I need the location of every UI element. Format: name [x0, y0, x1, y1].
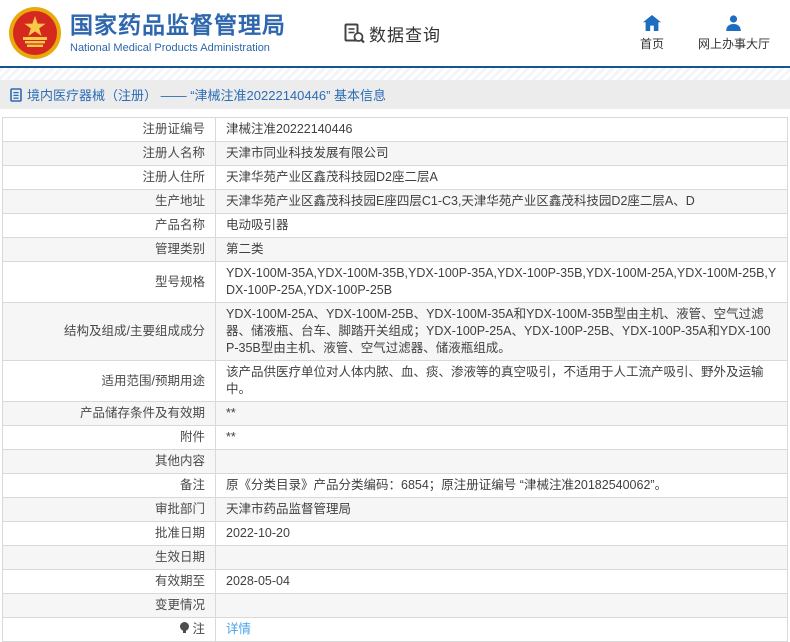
row-value [215, 449, 788, 474]
table-row: 注册人名称 天津市同业科技发展有限公司 [2, 141, 788, 166]
info-table-body: 注册证编号 津械注准20222140446 注册人名称 天津市同业科技发展有限公司 注册… [2, 117, 788, 642]
row-label: 变更情况 [2, 593, 216, 618]
row-value: 津械注准20222140446 [215, 117, 788, 142]
row-label: 注册人住所 [2, 165, 216, 190]
document-icon [10, 87, 22, 102]
note-icon [180, 622, 190, 634]
page-title: 境内医疗器械（注册） —— “津械注准20222140446” 基本信息 [27, 88, 387, 103]
row-value: 该产品供医疗单位对人体内脓、血、痰、渗液等的真空吸引，不适用于人工流产吸引、野外… [215, 360, 788, 402]
table-row: 适用范围/预期用途 该产品供医疗单位对人体内脓、血、痰、渗液等的真空吸引，不适用于… [2, 360, 788, 402]
table-row: 注详情 [2, 617, 788, 642]
nav-home[interactable]: 首页 [639, 14, 664, 52]
row-label: 备注 [2, 473, 216, 498]
row-label: 注册人名称 [2, 141, 216, 166]
table-row: 管理类别 第二类 [2, 237, 788, 262]
table-row: 注册证编号 津械注准20222140446 [2, 117, 788, 142]
detail-link[interactable]: 详情 [226, 622, 251, 636]
table-row: 产品名称 电动吸引器 [2, 213, 788, 238]
row-value: 天津市药品监督管理局 [215, 497, 788, 522]
row-value: 天津华苑产业区鑫茂科技园D2座二层A [215, 165, 788, 190]
national-emblem-logo [9, 7, 61, 59]
header-nav: 首页 网上办事大厅 [639, 14, 776, 52]
row-label: 结构及组成/主要组成成分 [2, 302, 216, 361]
row-label: 生效日期 [2, 545, 216, 570]
decorative-strip [0, 68, 790, 80]
breadcrumb-bar: 境内医疗器械（注册） —— “津械注准20222140446” 基本信息 [0, 80, 790, 109]
row-value: ** [215, 401, 788, 426]
table-row: 生产地址 天津华苑产业区鑫茂科技园E座四层C1-C3,天津华苑产业区鑫茂科技园D2… [2, 189, 788, 214]
row-value: 第二类 [215, 237, 788, 262]
data-query-section[interactable]: 数据查询 [344, 21, 441, 46]
table-row: 型号规格 YDX-100M-35A,YDX-100M-35B,YDX-100P-3… [2, 261, 788, 303]
org-name-zh: 国家药品监督管理局 [70, 12, 286, 38]
table-row: 产品储存条件及有效期 ** [2, 401, 788, 426]
row-value: YDX-100M-25A、YDX-100M-25B、YDX-100M-35A和Y… [215, 302, 788, 361]
home-icon [642, 14, 661, 31]
row-label: 型号规格 [2, 261, 216, 303]
row-value: 详情 [215, 617, 788, 642]
row-value: ** [215, 425, 788, 450]
table-row: 附件 ** [2, 425, 788, 450]
row-value: 天津市同业科技发展有限公司 [215, 141, 788, 166]
table-row: 批准日期 2022-10-20 [2, 521, 788, 546]
row-label: 批准日期 [2, 521, 216, 546]
row-label: 注 [2, 617, 216, 642]
row-label: 审批部门 [2, 497, 216, 522]
row-label: 适用范围/预期用途 [2, 360, 216, 402]
row-value: 2028-05-04 [215, 569, 788, 594]
site-header: 国家药品监督管理局 National Medical Products Admi… [0, 0, 790, 68]
row-label: 有效期至 [2, 569, 216, 594]
row-value: 天津华苑产业区鑫茂科技园E座四层C1-C3,天津华苑产业区鑫茂科技园D2座二层A… [215, 189, 788, 214]
org-title-block: 国家药品监督管理局 National Medical Products Admi… [70, 11, 286, 55]
row-label: 附件 [2, 425, 216, 450]
row-value: 电动吸引器 [215, 213, 788, 238]
table-row: 备注 原《分类目录》产品分类编码：6854；原注册证编号 “津械注准2018254… [2, 473, 788, 498]
nav-home-label: 首页 [639, 36, 664, 51]
row-label: 产品储存条件及有效期 [2, 401, 216, 426]
row-label: 产品名称 [2, 213, 216, 238]
table-row: 有效期至 2028-05-04 [2, 569, 788, 594]
table-row: 结构及组成/主要组成成分 YDX-100M-25A、YDX-100M-25B、YD… [2, 302, 788, 361]
data-query-label: 数据查询 [369, 25, 441, 45]
person-icon [726, 14, 742, 31]
table-row: 注册人住所 天津华苑产业区鑫茂科技园D2座二层A [2, 165, 788, 190]
row-label: 生产地址 [2, 189, 216, 214]
nav-hall-label: 网上办事大厅 [697, 36, 770, 51]
org-name-en: National Medical Products Administration [70, 42, 270, 54]
table-row: 变更情况 [2, 593, 788, 618]
row-value [215, 545, 788, 570]
table-row: 审批部门 天津市药品监督管理局 [2, 497, 788, 522]
registration-info-table-wrap: 注册证编号 津械注准20222140446 注册人名称 天津市同业科技发展有限公司 注册… [0, 109, 790, 642]
nav-online-hall[interactable]: 网上办事大厅 [697, 14, 770, 52]
row-label: 注册证编号 [2, 117, 216, 142]
table-row: 生效日期 [2, 545, 788, 570]
row-value: 原《分类目录》产品分类编码：6854；原注册证编号 “津械注准201825400… [215, 473, 788, 498]
table-row: 其他内容 [2, 449, 788, 474]
row-label: 管理类别 [2, 237, 216, 262]
registration-info-table: 注册证编号 津械注准20222140446 注册人名称 天津市同业科技发展有限公司 注册… [2, 117, 788, 642]
row-value: YDX-100M-35A,YDX-100M-35B,YDX-100P-35A,Y… [215, 261, 788, 303]
row-value: 2022-10-20 [215, 521, 788, 546]
row-value [215, 593, 788, 618]
row-label: 其他内容 [2, 449, 216, 474]
document-search-icon [344, 23, 365, 43]
